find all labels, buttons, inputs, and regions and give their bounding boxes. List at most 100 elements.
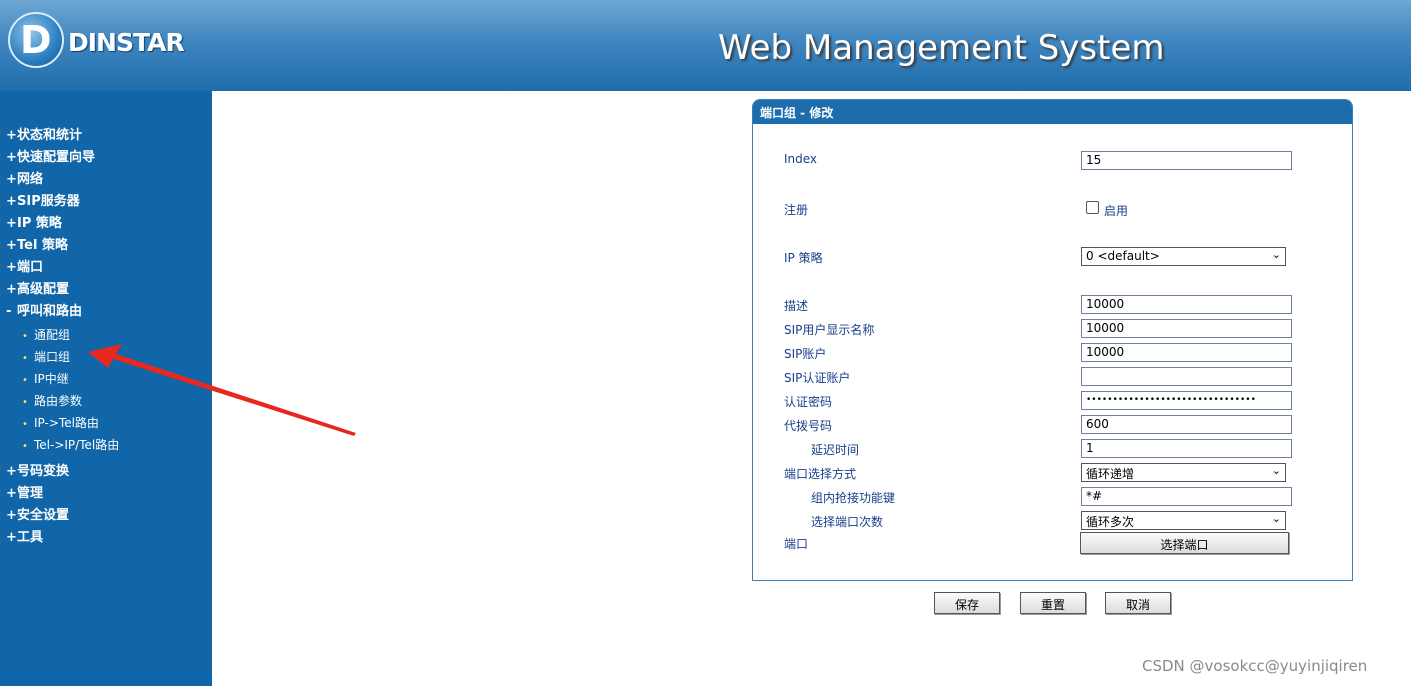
nav-item-network[interactable]: +网络 <box>6 168 43 188</box>
port-select-times-select[interactable]: 循环多次 ⌄ <box>1081 511 1286 530</box>
nav-label: IP 策略 <box>17 216 62 231</box>
nav-label: 工具 <box>17 530 44 545</box>
bullet-icon: • <box>22 331 28 342</box>
auth-password-input[interactable]: •••••••••••••••••••••••••••••••• <box>1081 391 1292 410</box>
nav-item-status-statistics[interactable]: +状态和统计 <box>6 124 82 144</box>
header-banner: D DINSTAR Web Management System <box>0 0 1411 91</box>
nav-label: Tel 策略 <box>17 238 68 253</box>
bullet-icon: • <box>22 397 28 408</box>
port-select-mode-selected: 循环递增 <box>1086 467 1135 481</box>
sip-display-name-input[interactable]: 10000 <box>1081 319 1292 338</box>
bullet-icon: • <box>22 441 28 452</box>
nav-label: 快速配置向导 <box>17 150 96 165</box>
register-label: 注册 <box>784 203 809 217</box>
register-enable-checkbox[interactable] <box>1086 201 1099 214</box>
index-label: Index <box>784 152 818 166</box>
sidebar-item-routing-params[interactable]: • 路由参数 <box>22 392 82 412</box>
description-input[interactable]: 10000 <box>1081 295 1292 314</box>
port-label: 端口 <box>784 537 809 551</box>
content-corner <box>212 91 252 131</box>
port-select-times-selected: 循环多次 <box>1086 515 1135 529</box>
reset-button[interactable]: 重置 <box>1020 592 1086 614</box>
sip-account-label: SIP账户 <box>784 347 827 361</box>
sip-display-name-label: SIP用户显示名称 <box>784 323 875 337</box>
nav-item-call-routing[interactable]: - 呼叫和路由 <box>6 300 82 320</box>
expand-icon: + <box>6 282 17 297</box>
port-select-mode-select[interactable]: 循环递增 ⌄ <box>1081 463 1286 482</box>
nav-item-advanced[interactable]: +高级配置 <box>6 278 69 298</box>
sip-auth-account-label: SIP认证账户 <box>784 371 851 385</box>
pickup-key-input[interactable]: *# <box>1081 487 1292 506</box>
description-label: 描述 <box>784 299 809 313</box>
expand-icon: + <box>6 172 17 187</box>
system-title: Web Management System <box>718 28 1165 68</box>
register-enable-label: 启用 <box>1104 204 1129 218</box>
nav-item-tools[interactable]: +工具 <box>6 526 43 546</box>
delay-time-label: 延迟时间 <box>811 443 860 457</box>
select-port-button[interactable]: 选择端口 <box>1080 532 1289 554</box>
nav-item-quick-wizard[interactable]: +快速配置向导 <box>6 146 95 166</box>
pickup-key-label: 组内抢接功能键 <box>811 491 896 505</box>
nav-label: 网络 <box>17 172 44 187</box>
expand-icon: + <box>6 464 17 479</box>
dinstar-logo-icon: D <box>8 12 64 68</box>
sip-account-input[interactable]: 10000 <box>1081 343 1292 362</box>
expand-icon: + <box>6 260 17 275</box>
chevron-down-icon: ⌄ <box>1271 464 1281 477</box>
nav-item-security[interactable]: +安全设置 <box>6 504 69 524</box>
expand-icon: + <box>6 486 17 501</box>
sidebar-item-wildcard-group[interactable]: • 通配组 <box>22 326 70 346</box>
dial-number-input[interactable]: 600 <box>1081 415 1292 434</box>
nav-label: 状态和统计 <box>17 128 83 143</box>
chevron-down-icon: ⌄ <box>1271 512 1281 525</box>
nav-label: 安全设置 <box>17 508 70 523</box>
bullet-icon: • <box>22 419 28 430</box>
csdn-watermark: CSDN @vosokcc@yuyinjiqiren <box>1142 657 1368 675</box>
nav-item-number-manipulation[interactable]: +号码变换 <box>6 460 69 480</box>
nav-item-tel-profile[interactable]: +Tel 策略 <box>6 234 68 254</box>
sub-label: IP中继 <box>34 372 69 386</box>
nav-item-sip-server[interactable]: +SIP服务器 <box>6 190 80 210</box>
red-arrow-annotation <box>88 344 356 436</box>
port-select-mode-label: 端口选择方式 <box>784 467 857 481</box>
bullet-icon: • <box>22 353 28 364</box>
sip-auth-account-input[interactable] <box>1081 367 1292 386</box>
ip-profile-selected: 0 <default> <box>1086 249 1160 263</box>
sub-label: 通配组 <box>34 328 71 342</box>
sub-label: 路由参数 <box>34 394 83 408</box>
nav-label: 端口 <box>17 260 44 275</box>
sub-label: 端口组 <box>34 350 71 364</box>
cancel-button[interactable]: 取消 <box>1105 592 1171 614</box>
auth-password-label: 认证密码 <box>784 395 833 409</box>
port-select-times-label: 选择端口次数 <box>811 515 884 529</box>
nav-label: SIP服务器 <box>17 194 80 209</box>
nav-item-management[interactable]: +管理 <box>6 482 43 502</box>
expand-icon: + <box>6 508 17 523</box>
bullet-icon: • <box>22 375 28 386</box>
ip-profile-label: IP 策略 <box>784 251 823 265</box>
expand-icon: + <box>6 216 17 231</box>
nav-label: 呼叫和路由 <box>17 304 83 319</box>
nav-label: 管理 <box>17 486 44 501</box>
expand-icon: + <box>6 530 17 545</box>
sidebar-item-ip-trunk[interactable]: • IP中继 <box>22 370 69 390</box>
sub-label: Tel->IP/Tel路由 <box>34 438 120 452</box>
expand-icon: + <box>6 128 17 143</box>
save-button[interactable]: 保存 <box>934 592 1000 614</box>
port-group-edit-panel: 端口组 - 修改 <box>752 99 1353 581</box>
chevron-down-icon: ⌄ <box>1271 248 1281 261</box>
expand-icon: + <box>6 194 17 209</box>
nav-label: 高级配置 <box>17 282 70 297</box>
nav-item-port[interactable]: +端口 <box>6 256 43 276</box>
expand-icon: + <box>6 238 17 253</box>
index-input[interactable]: 15 <box>1081 151 1292 170</box>
delay-time-input[interactable]: 1 <box>1081 439 1292 458</box>
sidebar-item-port-group[interactable]: • 端口组 <box>22 348 70 368</box>
nav-item-ip-profile[interactable]: +IP 策略 <box>6 212 62 232</box>
dial-number-label: 代拨号码 <box>784 419 833 433</box>
logo-text: DINSTAR <box>68 28 185 57</box>
panel-title: 端口组 - 修改 <box>753 100 1352 124</box>
ip-profile-select[interactable]: 0 <default> ⌄ <box>1081 247 1286 266</box>
expand-icon: + <box>6 150 17 165</box>
nav-label: 号码变换 <box>17 464 70 479</box>
